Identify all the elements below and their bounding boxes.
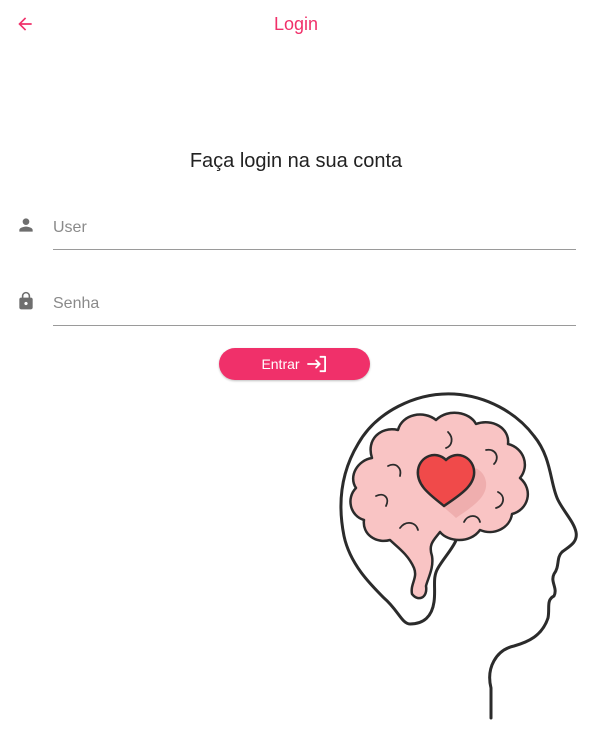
password-field-row	[16, 282, 576, 328]
person-icon	[19, 218, 33, 232]
page-title: Login	[273, 14, 319, 34]
login-button-label: Entrar	[261, 356, 300, 372]
password-input[interactable]	[53, 282, 576, 326]
user-input[interactable]	[53, 206, 576, 250]
user-field-row	[16, 206, 576, 252]
login-button[interactable]: Entrar	[219, 348, 370, 380]
login-heading: Faça login na sua conta	[189, 150, 403, 172]
login-screen: Login Faça login na sua conta Entrar	[0, 0, 592, 734]
brain-heart-illustration	[339, 392, 578, 720]
app-bar: Login	[0, 0, 592, 48]
lock-icon	[19, 291, 33, 310]
login-icon	[306, 355, 326, 373]
